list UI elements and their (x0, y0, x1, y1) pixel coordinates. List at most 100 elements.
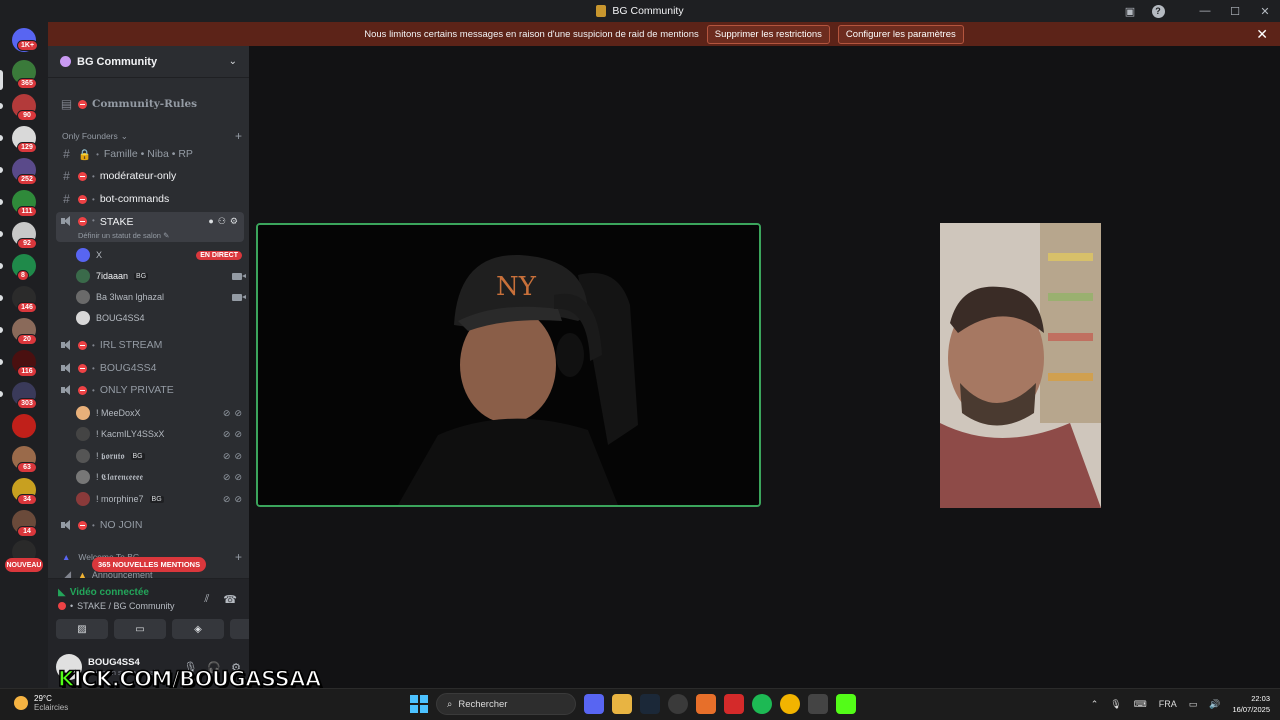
volume-icon[interactable]: 🔊 (1209, 699, 1220, 710)
member-name: BOUG4SS4 (96, 313, 145, 323)
noise-suppression-icon[interactable]: ⫽ (204, 593, 209, 606)
activities-button[interactable]: ◈ (172, 619, 224, 639)
camera-off-button[interactable]: ▨ (56, 619, 108, 639)
member-tag: BG (134, 272, 149, 280)
taskbar-search[interactable]: ⌕ Rechercher (436, 693, 576, 715)
kick-app-icon[interactable] (836, 694, 856, 714)
channel-community-rules[interactable]: ▤ Community-Rules (56, 94, 244, 114)
avatar (76, 492, 90, 506)
clock-date: 16/07/2025 (1232, 705, 1270, 714)
close-window-button[interactable]: ✕ (1250, 0, 1280, 22)
keyboard-icon[interactable]: ⌨ (1134, 699, 1147, 710)
channel-bot-commands[interactable]: # • bot-commands (56, 189, 244, 209)
server-logo-icon (596, 5, 607, 17)
server-icon[interactable] (12, 414, 36, 438)
muted-mic-icon: ⊘ (222, 471, 231, 482)
minimize-button[interactable]: — (1190, 0, 1220, 22)
start-button[interactable] (410, 695, 428, 713)
voice-member[interactable]: ! MeeDoxX ⊘ ⊘ (76, 403, 242, 423)
invite-icon[interactable]: ⚇ (218, 216, 226, 227)
steam-icon[interactable] (640, 694, 660, 714)
help-icon[interactable]: ? (1144, 0, 1172, 22)
language-indicator[interactable]: FRA (1159, 699, 1177, 709)
file-explorer-icon[interactable] (612, 694, 632, 714)
add-channel-icon[interactable]: + (235, 550, 242, 564)
clock[interactable]: 22:03 16/07/2025 (1232, 693, 1270, 715)
guild-name: BG Community (77, 55, 158, 68)
unread-badge: 92 (17, 238, 37, 249)
voice-member[interactable]: BOUG4SS4 (76, 308, 242, 328)
soundboard-button[interactable]: ✦ (230, 619, 249, 639)
temperature: 29°C (34, 694, 52, 703)
no-entry-icon (78, 363, 87, 373)
voice-member[interactable]: ! 𝖇𝖔𝖗𝖚𝖙𝖔 BG ⊘ ⊘ (76, 446, 242, 466)
speaker-icon (60, 340, 73, 350)
voice-channel-info[interactable]: • STAKE / BG Community (58, 601, 175, 611)
new-server-pill[interactable]: NOUVEAU (5, 558, 43, 572)
no-entry-icon (78, 171, 87, 181)
add-channel-icon[interactable]: + (235, 129, 242, 143)
new-mentions-pill[interactable]: 365 NOUVELLES MENTIONS (92, 557, 207, 572)
camera-icon (232, 272, 246, 280)
chevron-down-icon[interactable]: ⌄ (229, 56, 237, 67)
muted-mic-icon: ⊘ (222, 450, 231, 461)
unread-indicator (0, 263, 3, 269)
video-tile-speaking[interactable]: NY (256, 223, 761, 507)
voice-member[interactable]: ! 𝕮𝖑𝖆𝖗𝖊𝖓𝖈𝖊𝖊𝖊𝖊 ⊘ ⊘ (76, 467, 242, 487)
channel-moderateur-only[interactable]: # • modérateur-only (56, 166, 244, 186)
no-entry-icon (78, 217, 87, 226)
voice-status[interactable]: ◣ Vidéo connectée (58, 587, 149, 598)
maximize-button[interactable]: ☐ (1220, 0, 1250, 22)
voice-member[interactable]: ! KacmILY4SSxX ⊘ ⊘ (76, 424, 242, 444)
voice-channel-only-private[interactable]: • ONLY PRIVATE (56, 380, 244, 400)
unread-badge: 365 (17, 78, 37, 89)
category-only-founders[interactable]: Only Founders ⌄ + (62, 129, 242, 143)
video-tile-participant[interactable] (940, 223, 1101, 508)
dot-separator: • (92, 194, 95, 204)
webcam-feed-image (940, 223, 1101, 508)
channel-famille[interactable]: # 🔒 • Famille • Niba • RP (56, 144, 244, 164)
configure-settings-button[interactable]: Configurer les paramètres (837, 24, 964, 44)
network-icon[interactable]: ▭ (1189, 699, 1198, 710)
gear-icon[interactable]: ⚙ (230, 216, 238, 227)
search-placeholder: Rechercher (458, 698, 508, 710)
voice-member[interactable]: 7idaaan BG (76, 266, 246, 286)
deafened-icon: ⊘ (234, 428, 242, 439)
app-icon[interactable] (724, 694, 744, 714)
chevron-down-icon: ⌄ (120, 130, 128, 141)
close-banner-icon[interactable]: ✕ (1256, 26, 1268, 43)
chat-icon[interactable]: ● (208, 216, 213, 227)
unread-badge: 252 (17, 174, 37, 185)
weather-condition: Eclaircies (34, 703, 69, 712)
app-icon[interactable] (696, 694, 716, 714)
voice-member[interactable]: X EN DIRECT (76, 245, 242, 265)
muted-mic-icon: ⊘ (222, 407, 231, 418)
voice-channel-boug4ss4[interactable]: • BOUG4SS4 (56, 358, 244, 378)
channel-sidebar: BG Community ⌄ ▤ Community-Rules Only Fo… (48, 46, 249, 688)
spotify-icon[interactable] (752, 694, 772, 714)
voice-member[interactable]: Ba 3lwan lghazal (76, 287, 246, 307)
webcam-feed-image: NY (258, 225, 759, 505)
chevron-up-icon[interactable]: ⌃ (1091, 699, 1099, 710)
microphone-icon[interactable]: 🎙 (1110, 699, 1121, 710)
obs-icon[interactable] (668, 694, 688, 714)
voice-member[interactable]: ! morphine7 BG ⊘ ⊘ (76, 489, 242, 509)
inbox-icon[interactable]: ▣ (1116, 0, 1144, 22)
screen-share-button[interactable]: ▭ (114, 619, 166, 639)
guild-header[interactable]: BG Community ⌄ (48, 46, 249, 78)
unread-badge: 90 (17, 110, 37, 121)
weather-widget[interactable]: 29°C Eclaircies (14, 694, 68, 712)
app-icon[interactable] (808, 694, 828, 714)
pencil-icon[interactable]: ✎ (163, 231, 169, 240)
channel-status-line[interactable]: Définir un statut de salon ✎ (78, 231, 169, 240)
voice-channel-no-join[interactable]: • NO JOIN (56, 515, 244, 535)
chrome-icon[interactable] (780, 694, 800, 714)
disconnect-icon[interactable]: ☎ (223, 593, 237, 606)
channel-label: bot-commands (99, 193, 170, 205)
no-entry-icon (78, 340, 87, 350)
remove-restrictions-button[interactable]: Supprimer les restrictions (706, 24, 830, 44)
no-entry-icon (58, 602, 66, 610)
voice-channel-irl-stream[interactable]: • IRL STREAM (56, 335, 244, 355)
discord-taskbar-icon[interactable] (584, 694, 604, 714)
unread-badge: 303 (17, 398, 37, 409)
